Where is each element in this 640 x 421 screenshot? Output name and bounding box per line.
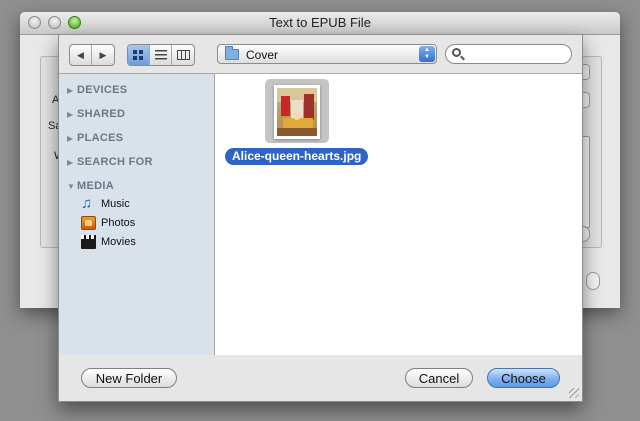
sidebar-item-movies[interactable]: Movies: [81, 235, 136, 249]
current-folder-name: Cover: [246, 48, 279, 62]
music-note-icon: ♫: [81, 195, 93, 212]
window-title: Text to EPUB File: [269, 15, 371, 30]
sidebar-section-shared[interactable]: ▶ SHARED: [67, 108, 125, 120]
file-name-label[interactable]: Alice-queen-hearts.jpg: [225, 148, 369, 165]
history-control: ◀ ▶: [69, 44, 115, 66]
cancel-button[interactable]: Cancel: [405, 368, 473, 388]
choose-button[interactable]: Choose: [487, 368, 560, 388]
sidebar-section-search-for[interactable]: ▶ SEARCH FOR: [67, 156, 153, 168]
file-item[interactable]: [265, 79, 329, 143]
view-mode-control: [127, 44, 195, 66]
popup-arrows-icon: ▲ ▼: [419, 46, 435, 62]
sidebar-section-places[interactable]: ▶ PLACES: [67, 132, 123, 144]
parent-titlebar: Text to EPUB File: [20, 12, 620, 35]
disclosure-triangle-icon[interactable]: ▶: [67, 134, 77, 143]
forward-arrow-icon[interactable]: ▶: [92, 45, 114, 65]
panel-button-bar: New Folder Cancel Choose: [59, 355, 582, 401]
sidebar-section-devices[interactable]: ▶ DEVICES: [67, 84, 127, 96]
disclosure-triangle-icon[interactable]: ▶: [67, 86, 77, 95]
parent-control[interactable]: [586, 272, 600, 290]
file-browser: Alice-queen-hearts.jpg: [215, 73, 582, 355]
folder-icon: [225, 46, 239, 60]
sidebar-item-label: Movies: [101, 236, 136, 248]
sidebar-item-music[interactable]: ♫ Music: [81, 195, 130, 212]
icon-view-icon[interactable]: [128, 45, 150, 65]
list-view-icon[interactable]: [150, 45, 172, 65]
open-panel-sheet: ◀ ▶ Cover ▲ ▼ ▶ DEVICES ▶ SHARED ▶ PLACES: [58, 34, 583, 402]
sidebar-item-label: Photos: [101, 217, 136, 229]
disclosure-triangle-icon[interactable]: ▶: [67, 158, 77, 167]
sidebar-section-media[interactable]: ▼ MEDIA: [67, 180, 114, 192]
panel-toolbar: ◀ ▶ Cover ▲ ▼: [59, 35, 582, 73]
resize-grip-icon[interactable]: [569, 388, 579, 398]
sidebar-item-photos[interactable]: Photos: [81, 216, 135, 230]
image-preview-icon: [277, 88, 317, 136]
search-input[interactable]: [466, 47, 568, 63]
folder-location-popup[interactable]: Cover ▲ ▼: [217, 44, 437, 64]
search-icon: [452, 48, 461, 57]
column-view-icon[interactable]: [172, 45, 194, 65]
search-field: [445, 44, 572, 64]
image-thumbnail: [274, 85, 320, 139]
back-arrow-icon[interactable]: ◀: [70, 45, 92, 65]
movies-icon: [81, 235, 96, 249]
sidebar-item-label: Music: [101, 198, 130, 210]
disclosure-triangle-expanded-icon[interactable]: ▼: [67, 182, 77, 191]
photos-icon: [81, 216, 96, 230]
disclosure-triangle-icon[interactable]: ▶: [67, 110, 77, 119]
new-folder-button[interactable]: New Folder: [81, 368, 177, 388]
sidebar: ▶ DEVICES ▶ SHARED ▶ PLACES ▶ SEARCH FOR ▼ ME…: [59, 73, 215, 355]
